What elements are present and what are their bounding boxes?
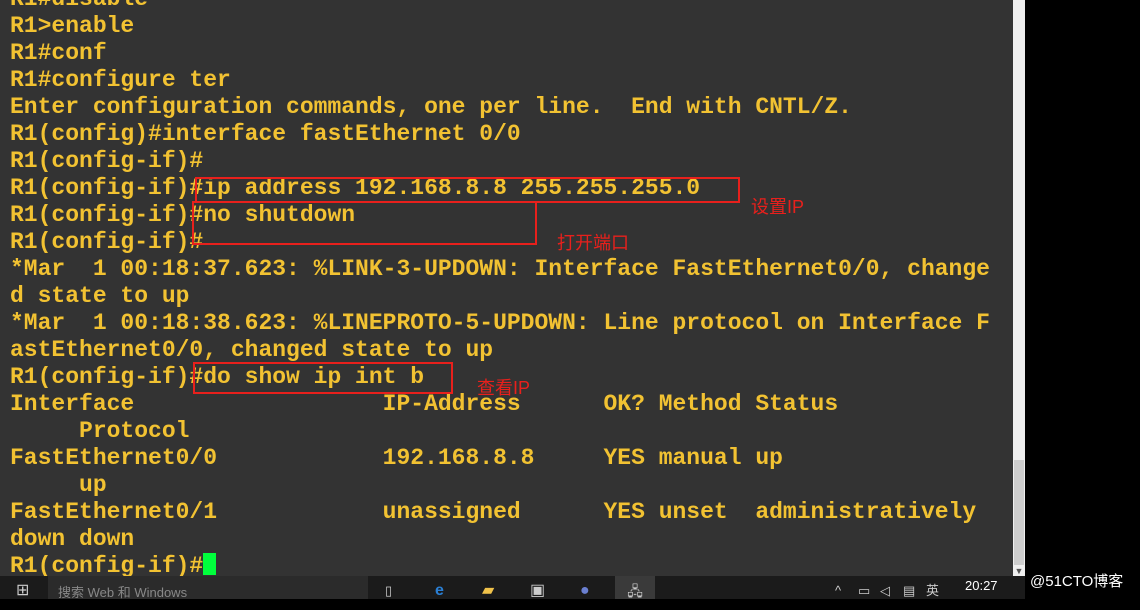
tray-chevron-icon[interactable]: ^ — [835, 576, 841, 599]
terminal-line: FastEthernet0/0 192.168.8.8 YES manual u… — [10, 445, 783, 471]
scroll-down-arrow-icon[interactable]: ▼ — [1013, 566, 1025, 576]
vertical-scrollbar[interactable] — [1013, 0, 1025, 576]
network-icon[interactable]: ▭ — [858, 576, 870, 599]
ime-indicator[interactable]: 英 — [926, 576, 939, 599]
highlight-no-shutdown — [192, 201, 537, 245]
taskbar-search-input[interactable]: 搜索 Web 和 Windows — [48, 576, 368, 600]
watermark: @51CTO博客 — [1030, 573, 1124, 590]
windows-start-icon[interactable]: ⊞ — [16, 576, 29, 599]
terminal-output: R1#disable R1>enable R1#conf R1#configur… — [10, 0, 990, 576]
clock[interactable]: 20:27 — [965, 576, 998, 599]
file-explorer-icon[interactable]: ▰ — [482, 576, 494, 599]
notification-icon[interactable]: ▤ — [903, 576, 915, 599]
taskbar: ⊞ 搜索 Web 和 Windows ▯ e ▰ ▣ ● 🖧 ^ ▭ ◁ ▤ 英… — [0, 576, 1025, 600]
terminal-line: R1>enable — [10, 13, 135, 39]
terminal-line: R1#configure ter — [10, 67, 231, 93]
terminal-line: *Mar 1 00:18:37.623: %LINK-3-UPDOWN: Int… — [10, 256, 990, 282]
terminal-line: R1#conf — [10, 40, 107, 66]
terminal-cursor — [203, 553, 217, 575]
terminal-line: astEthernet0/0, changed state to up — [10, 337, 494, 363]
terminal-line: Interface IP-Address OK? Method Status — [10, 391, 839, 417]
volume-icon[interactable]: ◁ — [880, 576, 890, 599]
terminal-line: R1#disable — [10, 0, 148, 12]
annotation-view-ip: 查看IP — [477, 378, 531, 398]
annotation-open-port: 打开端口 — [557, 233, 629, 253]
scrollbar-thumb[interactable] — [1014, 460, 1024, 565]
store-icon[interactable]: ▣ — [530, 576, 545, 599]
terminal-line: FastEthernet0/1 unassigned YES unset adm… — [10, 499, 977, 525]
app-icon[interactable]: ● — [580, 576, 590, 599]
terminal-line: R1(config)#interface fastEthernet 0/0 — [10, 121, 521, 147]
terminal-app-icon[interactable]: 🖧 — [615, 576, 655, 599]
annotation-set-ip: 设置IP — [751, 197, 805, 217]
edge-icon[interactable]: e — [435, 576, 444, 599]
terminal-line: R1(config-if)# — [10, 229, 204, 255]
task-view-icon[interactable]: ▯ — [385, 576, 392, 599]
terminal-line: down down — [10, 526, 135, 552]
terminal-line: up — [79, 472, 107, 498]
highlight-show-ip — [193, 362, 453, 394]
terminal-line: *Mar 1 00:18:38.623: %LINEPROTO-5-UPDOWN… — [10, 310, 990, 336]
terminal-line: d state to up — [10, 283, 190, 309]
highlight-ip-address — [195, 177, 740, 203]
terminal-line: Enter configuration commands, one per li… — [10, 94, 852, 120]
terminal-prompt: R1(config-if)# — [10, 553, 204, 576]
terminal-line: Protocol — [79, 418, 190, 444]
terminal-line: R1(config-if)# — [10, 148, 204, 174]
terminal-window[interactable]: R1#disable R1>enable R1#conf R1#configur… — [0, 0, 1013, 576]
